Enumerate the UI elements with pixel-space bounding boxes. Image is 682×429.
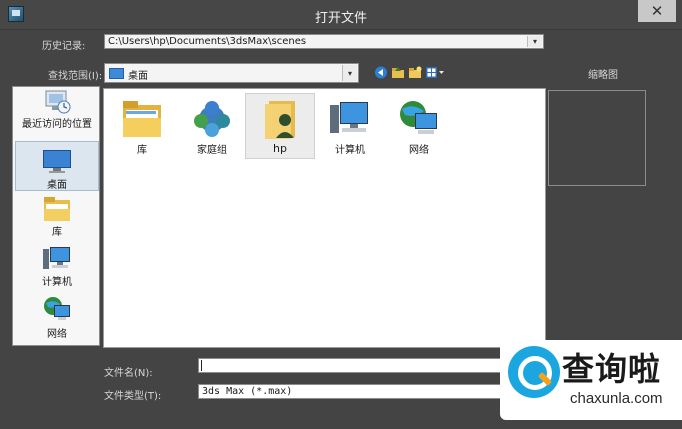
computer-icon — [330, 102, 368, 133]
sidebar-item-label: 桌面 — [47, 180, 67, 191]
sidebar-item-desktop[interactable]: 桌面 — [15, 141, 99, 191]
history-value: C:\Users\hp\Documents\3dsMax\scenes — [108, 36, 307, 47]
file-list-pane[interactable]: 库 家庭组 hp 计算机 网络 — [103, 88, 546, 348]
lookin-label: 查找范围(I): — [48, 71, 103, 82]
libraries-icon — [123, 101, 161, 137]
sidebar-item-label: 网络 — [47, 329, 67, 340]
title-bar: 打开文件 ✕ — [0, 0, 682, 30]
list-item-hp[interactable]: hp — [245, 93, 315, 159]
view-menu-icon[interactable] — [425, 66, 445, 79]
libraries-icon — [44, 197, 70, 221]
user-folder-icon — [265, 101, 295, 139]
close-button[interactable]: ✕ — [638, 0, 676, 22]
open-file-dialog: 打开文件 ✕ 历史记录: C:\Users\hp\Documents\3dsMa… — [0, 0, 682, 429]
chevron-down-icon[interactable]: ▾ — [342, 65, 357, 81]
homegroup-icon — [194, 101, 230, 137]
recent-places-icon — [45, 90, 71, 114]
desktop-icon — [109, 68, 124, 79]
filename-label: 文件名(N): — [104, 368, 153, 379]
list-item-computer[interactable]: 计算机 — [315, 95, 385, 157]
thumbnail-label: 缩略图 — [588, 70, 618, 81]
lookin-value: 桌面 — [128, 71, 148, 82]
dialog-title: 打开文件 — [314, 11, 367, 26]
filetype-value: 3ds Max (*.max) — [202, 386, 293, 397]
filetype-select[interactable]: 3ds Max (*.max) — [198, 384, 508, 399]
up-folder-icon[interactable] — [391, 66, 405, 79]
list-item-label: 计算机 — [335, 145, 365, 156]
list-item-homegroup[interactable]: 家庭组 — [177, 95, 247, 157]
back-icon[interactable] — [374, 66, 388, 79]
network-icon — [44, 297, 70, 320]
network-icon — [400, 101, 437, 134]
list-item-label: 库 — [137, 145, 147, 156]
watermark-brand: 查询啦 — [562, 350, 662, 388]
filetype-label: 文件类型(T): — [104, 391, 162, 402]
sidebar-item-label: 最近访问的位置 — [22, 119, 92, 130]
places-sidebar: 最近访问的位置 桌面 库 计算机 网络 — [12, 86, 100, 346]
sidebar-item-label: 计算机 — [42, 277, 72, 288]
watermark-url: chaxunla.com — [570, 390, 663, 407]
thumbnail-preview — [548, 90, 646, 186]
chevron-down-icon[interactable]: ▾ — [527, 36, 542, 47]
sidebar-item-recent[interactable]: 最近访问的位置 — [15, 89, 99, 139]
lookin-combobox[interactable]: 桌面 ▾ — [104, 63, 359, 83]
sidebar-item-computer[interactable]: 计算机 — [15, 245, 99, 291]
computer-icon — [43, 247, 70, 269]
desktop-icon — [43, 150, 71, 173]
list-item-label: 网络 — [409, 145, 429, 156]
list-item-label: 家庭组 — [197, 145, 227, 156]
sidebar-item-label: 库 — [52, 227, 62, 238]
text-cursor — [201, 360, 202, 371]
new-folder-icon[interactable] — [408, 66, 422, 79]
filename-input[interactable] — [198, 358, 508, 373]
sidebar-item-libraries[interactable]: 库 — [15, 195, 99, 241]
list-item-libraries[interactable]: 库 — [107, 95, 177, 157]
watermark-badge: 查询啦 chaxunla.com — [500, 340, 682, 420]
sidebar-item-network[interactable]: 网络 — [15, 295, 99, 345]
list-item-label: hp — [273, 142, 287, 155]
search-logo-icon — [508, 346, 560, 398]
history-label: 历史记录: — [42, 41, 86, 52]
list-item-network[interactable]: 网络 — [384, 95, 454, 157]
history-combobox[interactable]: C:\Users\hp\Documents\3dsMax\scenes ▾ — [104, 34, 544, 49]
